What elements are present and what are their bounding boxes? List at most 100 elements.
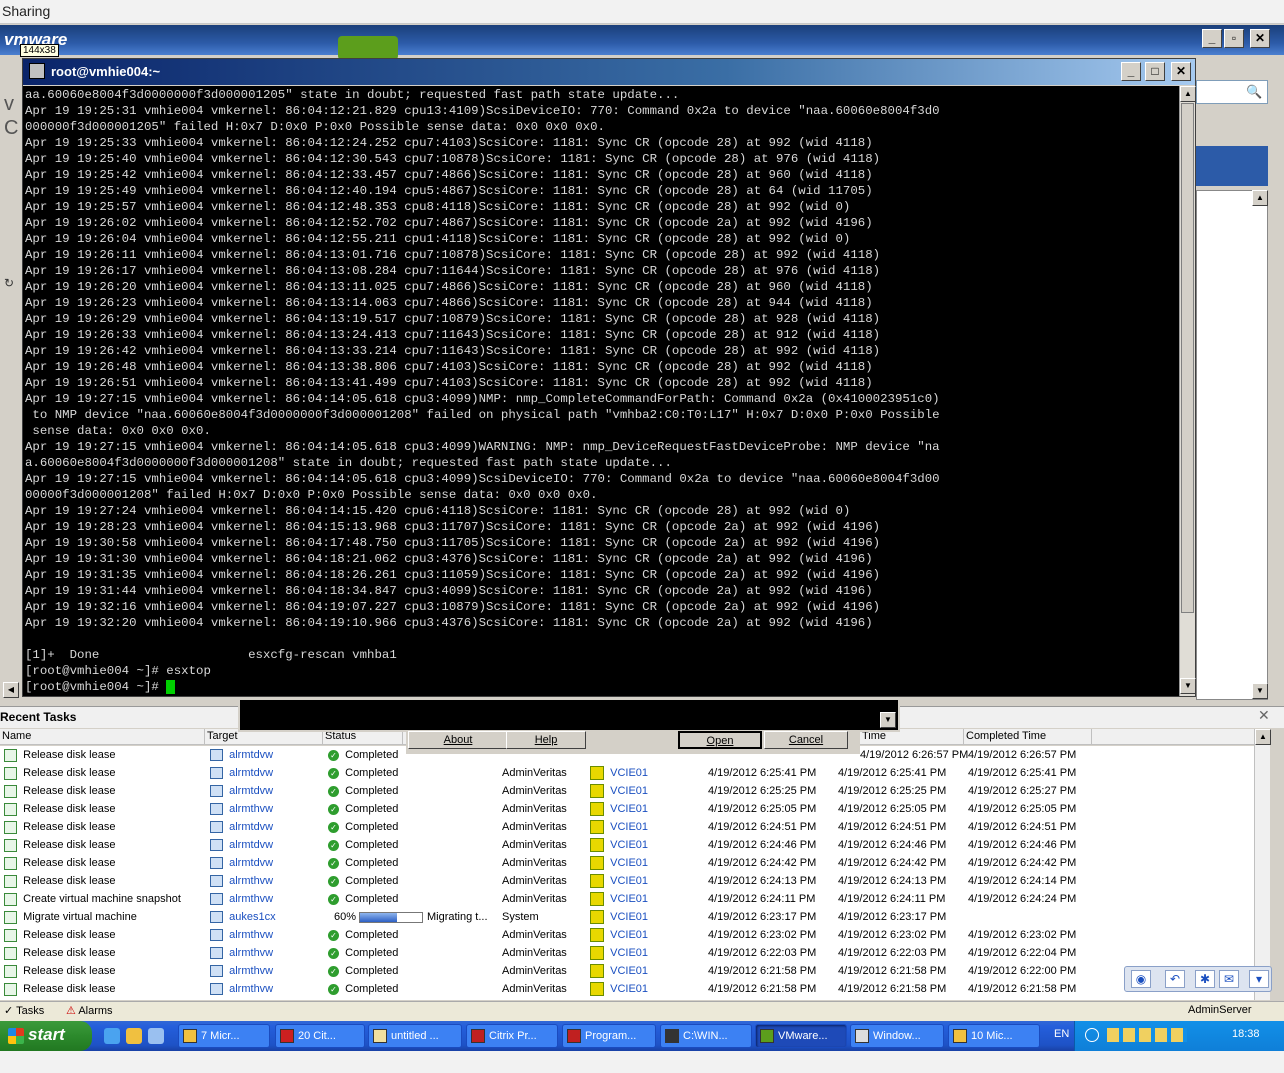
task-target-link[interactable]: alrmthvw (229, 893, 273, 905)
table-row[interactable]: Release disk lease alrmthvw ✓ Completed Ad… (0, 800, 1270, 818)
terminal-scroll-up-button[interactable]: ▲ (1180, 86, 1196, 102)
task-vcenter-link[interactable]: VCIE01 (610, 893, 648, 905)
task-vcenter-link[interactable]: VCIE01 (610, 875, 648, 887)
terminal-scroll-down-button[interactable]: ▼ (1180, 678, 1196, 694)
table-row[interactable]: Migrate virtual machine aukes1cx 60% Migr… (0, 908, 1270, 926)
tray-icons[interactable] (1107, 1028, 1187, 1042)
terminal-scrollbar[interactable]: ▲ ▼ (1179, 86, 1196, 696)
cancel-button[interactable]: Cancel (764, 731, 848, 749)
task-target-link[interactable]: alrmthvw (229, 875, 273, 887)
taskbar-button[interactable]: Citrix Pr... (466, 1024, 558, 1048)
table-row[interactable]: Release disk lease alrmthvw ✓ Completed Ad… (0, 980, 1270, 998)
search-icon[interactable]: 🔍 (1246, 84, 1262, 100)
task-vcenter-link[interactable]: VCIE01 (610, 857, 648, 869)
task-vcenter-link[interactable]: VCIE01 (610, 803, 648, 815)
desktop-icon[interactable] (148, 1028, 164, 1044)
table-row[interactable]: Release disk lease alrmtdvw ✓ Completed Ad… (0, 836, 1270, 854)
task-target-link[interactable]: alrmtdvw (229, 749, 273, 761)
terminal-window[interactable]: root@vmhie004:~ _ □ ✕ aa.60060e8004f3d00… (22, 58, 1196, 697)
taskbar-button[interactable]: Window... (850, 1024, 944, 1048)
task-vcenter-link[interactable]: VCIE01 (610, 965, 648, 977)
task-target-link[interactable]: alrmtdvw (229, 821, 273, 833)
task-vcenter-link[interactable]: VCIE01 (610, 785, 648, 797)
task-target-link[interactable]: alrmthvw (229, 803, 273, 815)
task-vcenter-link[interactable]: VCIE01 (610, 821, 648, 833)
tasks-scroll-up-button[interactable]: ▲ (1255, 729, 1271, 745)
table-row[interactable]: Release disk lease alrmtdvw ✓ Completed Ad… (0, 818, 1270, 836)
taskbar-button[interactable]: untitled ... (368, 1024, 462, 1048)
column-name[interactable]: Name (0, 729, 205, 745)
globe-icon[interactable]: ◉ (1131, 970, 1151, 988)
recent-tasks-close-icon[interactable]: ✕ (1258, 707, 1270, 724)
task-target-link[interactable]: aukes1cx (229, 911, 275, 923)
taskbar-button[interactable]: 10 Mic... (948, 1024, 1040, 1048)
terminal-minimize-button[interactable]: _ (1121, 62, 1141, 81)
task-vcenter-link[interactable]: VCIE01 (610, 767, 648, 779)
task-target-link[interactable]: alrmtdvw (229, 767, 273, 779)
table-row[interactable]: Release disk lease alrmthvw ✓ Completed Ad… (0, 962, 1270, 980)
undo-icon[interactable]: ↶ (1165, 970, 1185, 988)
taskbar-button[interactable]: VMware... (755, 1024, 847, 1048)
task-target-link[interactable]: alrmthvw (229, 965, 273, 977)
terminal-maximize-button[interactable]: □ (1145, 62, 1165, 81)
tasks-scrollbar[interactable]: ▲ (1254, 729, 1271, 1000)
table-row[interactable]: Release disk lease alrmthvw ✓ Completed Ad… (0, 944, 1270, 962)
table-row[interactable]: Release disk lease alrmtdvw ✓ Completed Ad… (0, 782, 1270, 800)
table-row[interactable]: Create virtual machine snapshot alrmthvw… (0, 890, 1270, 908)
help-button[interactable]: Help (506, 731, 586, 749)
alarms-tab[interactable]: ⚠ Alarms (66, 1004, 113, 1017)
taskbar-button[interactable]: 20 Cit... (275, 1024, 365, 1048)
task-target-link[interactable]: alrmthvw (229, 983, 273, 995)
terminal-title-bar[interactable]: root@vmhie004:~ (23, 59, 1195, 85)
column-completed-time[interactable]: Completed Time (964, 729, 1092, 745)
about-button[interactable]: About (408, 731, 508, 749)
ie-icon[interactable] (104, 1028, 120, 1044)
taskbar-button[interactable]: 7 Micr... (178, 1024, 270, 1048)
task-target-link[interactable]: alrmthvw (229, 947, 273, 959)
chevron-down-icon[interactable]: ▾ (1249, 970, 1269, 988)
task-icon (4, 928, 17, 942)
terminal-prompt-line[interactable]: [root@vmhie004 ~]# (25, 679, 1177, 695)
tray-arrow-icon[interactable] (1085, 1028, 1099, 1042)
task-target-link[interactable]: alrmthvw (229, 929, 273, 941)
task-vcenter-link[interactable]: VCIE01 (610, 947, 648, 959)
table-row[interactable]: Release disk lease alrmthvw ✓ Completed Ad… (0, 926, 1270, 944)
vc-scroll-down-button[interactable]: ▼ (1252, 683, 1268, 699)
table-row[interactable]: Release disk lease alrmtdvw ✓ Completed Ad… (0, 764, 1270, 782)
task-vcenter-link[interactable]: VCIE01 (610, 983, 648, 995)
open-button[interactable]: Open (678, 731, 762, 749)
terminal-line: Apr 19 19:31:44 vmhie004 vmkernel: 86:04… (25, 584, 873, 598)
cell-requested: 4/19/2012 6:24:51 PM (708, 818, 816, 836)
task-vcenter-link[interactable]: VCIE01 (610, 911, 648, 923)
taskbar-button[interactable]: Program... (562, 1024, 656, 1048)
table-row[interactable]: Release disk lease alrmtdvw ✓ Completed Ad… (0, 854, 1270, 872)
terminal-close-button[interactable]: ✕ (1171, 62, 1191, 81)
quicklaunch-icon[interactable] (126, 1028, 142, 1044)
vc-close-button[interactable]: ✕ (1250, 29, 1270, 48)
vc-scroll-up-button[interactable]: ▲ (1252, 190, 1268, 206)
task-vcenter-link[interactable]: VCIE01 (610, 839, 648, 851)
taskbar-button[interactable]: C:\WIN... (660, 1024, 752, 1048)
refresh-icon[interactable]: ↻ (4, 276, 14, 290)
task-vcenter-link[interactable]: VCIE01 (610, 929, 648, 941)
terminal-screen[interactable]: aa.60060e8004f3d0000000f3d000001205" sta… (23, 86, 1179, 696)
task-target-link[interactable]: alrmtdvw (229, 785, 273, 797)
putty-icon[interactable] (29, 63, 45, 79)
table-row[interactable]: Release disk lease alrmthvw ✓ Completed Ad… (0, 872, 1270, 890)
run-dialog-input-area[interactable]: ▼ (238, 698, 900, 732)
task-name: Migrate virtual machine (23, 911, 137, 923)
task-status: Completed (345, 983, 399, 995)
vc-restore-button[interactable]: ▫ (1224, 29, 1244, 48)
vc-minimize-button[interactable]: _ (1202, 29, 1222, 48)
vcenter-icon (590, 784, 604, 799)
task-target-link[interactable]: alrmtdvw (229, 839, 273, 851)
terminal-scroll-thumb[interactable] (1181, 103, 1194, 613)
cell-completed: 4/19/2012 6:23:02 PM (968, 926, 1076, 944)
pointer-icon[interactable]: ✱ (1195, 970, 1215, 988)
dialog-dropdown-button[interactable]: ▼ (880, 712, 896, 728)
tasks-tab[interactable]: ✓ Tasks (4, 1004, 44, 1017)
language-indicator[interactable]: EN (1054, 1028, 1069, 1040)
task-target-link[interactable]: alrmtdvw (229, 857, 273, 869)
chat-icon[interactable]: ✉ (1219, 970, 1239, 988)
scroll-left-button[interactable]: ◀ (3, 682, 19, 698)
